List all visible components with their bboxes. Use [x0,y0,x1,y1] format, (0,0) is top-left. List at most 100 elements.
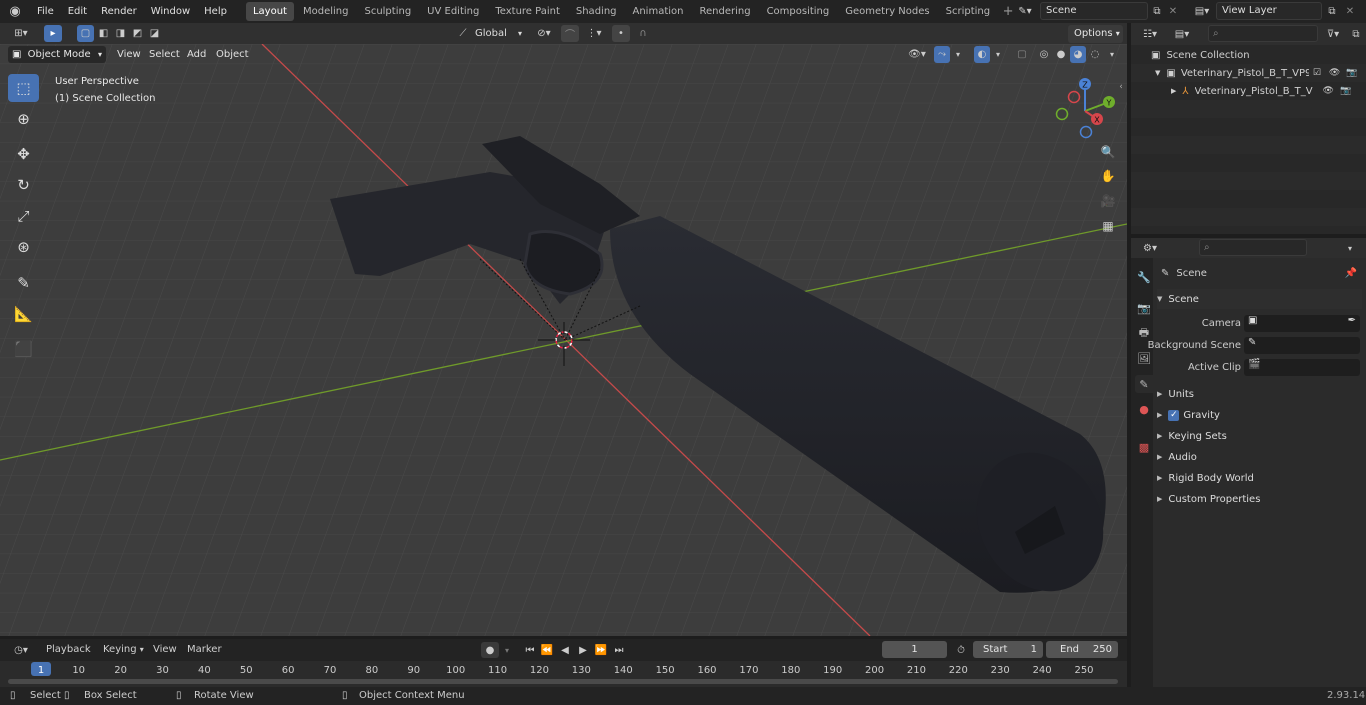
tool-add-cube-icon[interactable]: ⬛ [8,335,39,363]
shading-rendered-icon[interactable]: ◌ [1087,46,1103,63]
scene-name-field[interactable]: Scene [1040,2,1148,20]
options-dropdown[interactable]: Options ▾ [1068,25,1123,43]
outliner-row-object[interactable]: ▶ ⅄ Veterinary_Pistol_B_T_VF 👁 📷 [1131,82,1366,100]
outliner-search-input[interactable]: ⌕ [1208,25,1318,42]
eyedropper-icon[interactable]: ✒ [1348,315,1356,326]
select-mode-invert-icon[interactable]: ◩ [129,25,146,42]
rigid-body-world-section[interactable]: ▶ Rigid Body World [1157,468,1362,488]
outliner-filter-icon[interactable]: ⊽▾ [1321,26,1345,42]
snap-toggle-icon[interactable]: ⌒ [561,25,579,42]
proportional-edit-icon[interactable]: • [612,25,630,42]
scene-selector-icon[interactable]: ✎▾ [1013,3,1037,20]
delete-scene-icon[interactable]: ✕ [1166,3,1180,19]
navigation-gizmo[interactable]: Z Y X [1052,74,1122,144]
shading-solid-icon[interactable]: ● [1053,46,1069,63]
eye-icon[interactable]: 👁 [1323,86,1334,96]
tab-shading[interactable]: Shading [569,2,624,21]
keying-sets-section[interactable]: ▶ Keying Sets [1157,426,1362,446]
select-mode-intersect-icon[interactable]: ◪ [146,25,163,42]
tool-transform-icon[interactable]: ⊛ [8,233,39,261]
sidebar-toggle-chevron-icon[interactable]: ‹ [1116,80,1126,94]
overlay-dropdown-icon[interactable]: ▾ [992,46,1004,63]
units-section[interactable]: ▶ Units [1157,384,1362,404]
tab-sculpting[interactable]: Sculpting [357,2,418,21]
menu-file[interactable]: File [30,0,61,23]
new-collection-icon[interactable]: ⧉ [1348,26,1364,42]
properties-options-icon[interactable]: ▾ [1341,240,1359,256]
pivot-point-icon[interactable]: ⊘▾ [531,25,557,42]
gizmo-dropdown-icon[interactable]: ▾ [952,46,964,63]
audio-section[interactable]: ▶ Audio [1157,447,1362,467]
gizmo-toggle-icon[interactable]: ⤳ [934,46,950,63]
scene-tab-icon[interactable]: ✎ [1135,375,1153,393]
new-view-layer-icon[interactable]: ⧉ [1324,3,1340,19]
blender-logo-icon[interactable]: ◉ [0,4,30,19]
render-tab-icon[interactable]: 📷 [1135,299,1153,317]
tab-texture-paint[interactable]: Texture Paint [488,2,567,21]
tool-select-box-icon[interactable]: ⬚ [8,74,39,102]
tab-geometry-nodes[interactable]: Geometry Nodes [838,2,936,21]
camera-render-icon[interactable]: 📷 [1346,68,1357,78]
tab-modeling[interactable]: Modeling [296,2,356,21]
transform-orientation-dropdown[interactable]: Global ▾ [472,26,524,42]
menu-edit[interactable]: Edit [61,0,94,23]
world-tab-icon[interactable]: ● [1135,400,1153,418]
proportional-falloff-icon[interactable]: ∩ [632,25,654,42]
timeline-scrollbar[interactable] [8,679,1118,684]
outliner-row-collection[interactable]: ▼ ▣ Veterinary_Pistol_B_T_VP9_0( ☑ 👁 📷 [1131,64,1366,82]
background-scene-field[interactable]: ✎ [1244,336,1360,354]
xray-toggle-icon[interactable]: ▢ [1014,46,1030,63]
select-mode-new-icon[interactable]: ▢ [77,25,94,42]
camera-view-icon[interactable]: 🎥 [1098,191,1118,211]
tool-cursor-icon[interactable]: ⊕ [8,105,39,133]
exclude-checkbox-icon[interactable]: ☑ [1313,68,1321,78]
texture-tab-icon[interactable]: ▩ [1135,438,1153,456]
gravity-checkbox[interactable]: ✓ [1168,409,1180,421]
toggle-perspective-icon[interactable]: ▦ [1098,216,1118,236]
tab-compositing[interactable]: Compositing [760,2,837,21]
visibility-filter-icon[interactable]: 👁▾ [903,46,931,63]
view-layer-field[interactable]: View Layer [1216,2,1322,20]
active-clip-field[interactable]: 🎬 [1244,358,1360,376]
tool-move-icon[interactable]: ✥ [8,140,39,168]
tab-scripting[interactable]: Scripting [939,2,997,21]
overlay-toggle-icon[interactable]: ◐ [974,46,990,63]
viewport-scene[interactable] [0,44,1127,636]
menu-render[interactable]: Render [94,0,144,23]
eye-icon[interactable]: 👁 [1329,68,1340,78]
outliner-display-mode-icon[interactable]: ▤▾ [1169,26,1195,42]
select-tool-icon[interactable]: ▸ [44,25,62,42]
expand-triangle-icon[interactable]: ▼ [1155,69,1160,77]
menu-window[interactable]: Window [144,0,197,23]
scene-section-header[interactable]: ▼ Scene [1157,289,1362,309]
custom-properties-section[interactable]: ▶ Custom Properties [1157,489,1362,509]
pin-icon[interactable]: 📌 [1345,268,1357,279]
tool-tab-icon[interactable]: 🔧 [1135,268,1153,286]
view-layer-selector-icon[interactable]: ▤▾ [1189,3,1215,20]
camera-render-icon[interactable]: 📷 [1340,86,1351,96]
outliner-row-scene-collection[interactable]: ▣ Scene Collection [1131,46,1366,64]
tool-rotate-icon[interactable]: ↻ [8,171,39,199]
menu-help[interactable]: Help [197,0,234,23]
shading-dropdown-icon[interactable]: ▾ [1106,46,1118,63]
tab-layout[interactable]: Layout [245,2,294,21]
area-divider[interactable] [0,636,1127,639]
camera-field[interactable]: ▣ ✒ [1244,314,1360,332]
snap-target-icon[interactable]: ⋮▾ [581,25,607,42]
select-mode-extend-icon[interactable]: ◧ [95,25,112,42]
tool-annotate-icon[interactable]: ✎ [8,269,39,297]
transform-orientation-icon[interactable]: ⟋ [455,25,471,42]
editor-type-icon[interactable]: ⊞▾ [8,25,34,42]
tab-uv-editing[interactable]: UV Editing [420,2,486,21]
3d-viewport[interactable]: User Perspective (1) Scene Collection ⬚ … [0,44,1127,636]
view-layer-tab-icon[interactable]: 🖼 [1135,349,1153,367]
outliner-editor-type-icon[interactable]: ☷▾ [1137,26,1163,42]
shading-material-icon[interactable]: ◕ [1070,46,1086,63]
tab-rendering[interactable]: Rendering [692,2,757,21]
object-mode-dropdown[interactable]: ▣ Object Mode ▾ [8,46,106,63]
expand-triangle-icon[interactable]: ▶ [1171,87,1176,95]
pan-hand-icon[interactable]: ✋ [1098,166,1118,186]
tool-measure-icon[interactable]: 📐 [8,300,39,328]
delete-view-layer-icon[interactable]: ✕ [1343,3,1357,19]
new-scene-icon[interactable]: ⧉ [1149,3,1165,19]
